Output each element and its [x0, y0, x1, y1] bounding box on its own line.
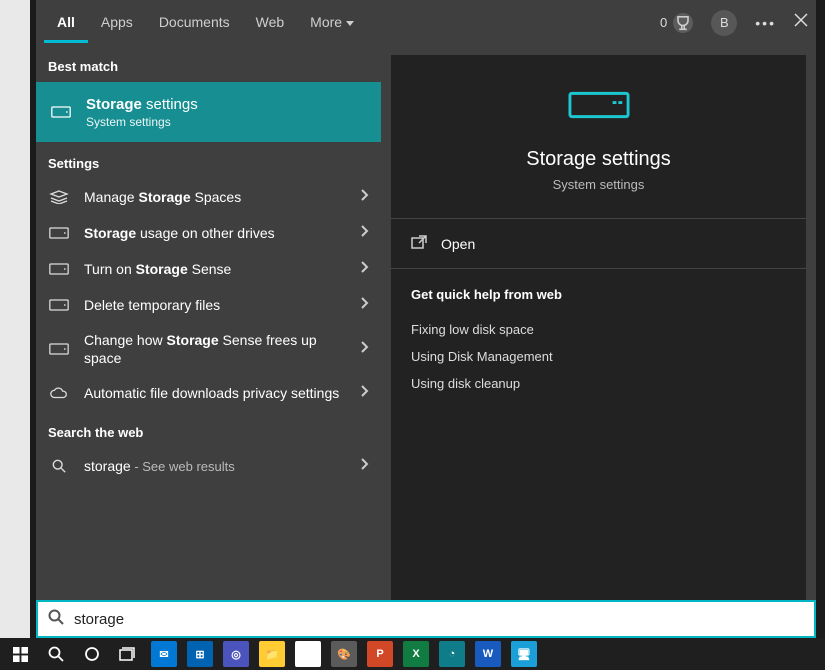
- preview-pane: Storage settings System settings Open Ge…: [381, 45, 816, 600]
- open-icon: [411, 235, 427, 252]
- settings-result-5[interactable]: Automatic file downloads privacy setting…: [36, 375, 381, 411]
- settings-result-text: Delete temporary files: [84, 296, 347, 314]
- taskbar-app-teams[interactable]: ◎: [220, 640, 252, 668]
- drive-icon: [48, 262, 70, 276]
- search-box[interactable]: [36, 600, 816, 638]
- taskbar-app-store[interactable]: ⊞: [184, 640, 216, 668]
- settings-result-2[interactable]: Turn on Storage Sense: [36, 251, 381, 287]
- tab-all[interactable]: All: [44, 2, 88, 43]
- taskbar-app-powerpoint[interactable]: P: [364, 640, 396, 668]
- search-input[interactable]: [74, 611, 804, 628]
- chevron-right-icon: [361, 384, 369, 402]
- settings-result-3[interactable]: Delete temporary files: [36, 287, 381, 323]
- tab-documents[interactable]: Documents: [146, 2, 243, 43]
- drive-icon: [50, 105, 72, 119]
- help-header: Get quick help from web: [411, 287, 786, 302]
- search-icon: [48, 609, 64, 630]
- web-result-text: storage - See web results: [84, 457, 347, 476]
- open-action[interactable]: Open: [391, 219, 806, 268]
- open-label: Open: [441, 236, 475, 252]
- cloud-icon: [48, 386, 70, 400]
- chevron-right-icon: [361, 296, 369, 314]
- settings-header: Settings: [36, 142, 381, 179]
- desktop-background: [0, 0, 30, 670]
- search-web-header: Search the web: [36, 411, 381, 448]
- preview-subtitle: System settings: [401, 177, 796, 192]
- close-button[interactable]: [794, 13, 808, 32]
- taskbar-app-this-pc[interactable]: 🖥: [508, 640, 540, 668]
- preview-card: Storage settings System settings Open Ge…: [391, 55, 806, 600]
- search-content: Best match Storage settings System setti…: [36, 45, 816, 600]
- settings-result-text: Change how Storage Sense frees up space: [84, 331, 347, 367]
- tab-apps[interactable]: Apps: [88, 2, 146, 43]
- windows-search-panel: All Apps Documents Web More 0 B ••• Best…: [36, 0, 816, 638]
- web-result[interactable]: storage - See web results: [36, 448, 381, 484]
- settings-result-1[interactable]: Storage usage on other drives: [36, 215, 381, 251]
- taskbar-app-mail[interactable]: ✉: [148, 640, 180, 668]
- tab-more[interactable]: More: [297, 2, 367, 43]
- trophy-icon: [673, 13, 693, 33]
- settings-result-text: Automatic file downloads privacy setting…: [84, 384, 347, 402]
- chevron-right-icon: [361, 224, 369, 242]
- help-link-0[interactable]: Fixing low disk space: [411, 316, 786, 343]
- drive-icon: [401, 91, 796, 124]
- help-link-2[interactable]: Using disk cleanup: [411, 370, 786, 397]
- settings-result-4[interactable]: Change how Storage Sense frees up space: [36, 323, 381, 375]
- header-actions: 0 B •••: [660, 0, 808, 45]
- chevron-down-icon: [346, 21, 354, 26]
- taskbar-app-word[interactable]: W: [472, 640, 504, 668]
- best-match-header: Best match: [36, 45, 381, 82]
- more-options-button[interactable]: •••: [755, 15, 776, 31]
- results-list: Best match Storage settings System setti…: [36, 45, 381, 600]
- settings-result-text: Storage usage on other drives: [84, 224, 347, 242]
- best-match-title: Storage settings: [86, 96, 198, 113]
- drive-icon: [48, 298, 70, 312]
- taskbar-search-button[interactable]: [40, 640, 72, 668]
- preview-title: Storage settings: [401, 148, 796, 171]
- taskbar-app-edge[interactable]: ◔: [436, 640, 468, 668]
- help-link-1[interactable]: Using Disk Management: [411, 343, 786, 370]
- settings-result-text: Turn on Storage Sense: [84, 260, 347, 278]
- taskbar: ✉⊞◎📁◉🎨PX◔W🖥: [0, 638, 825, 670]
- taskbar-app-file-explorer[interactable]: 📁: [256, 640, 288, 668]
- tab-web[interactable]: Web: [243, 2, 298, 43]
- search-tabs: All Apps Documents Web More: [44, 2, 367, 43]
- start-button[interactable]: [4, 640, 36, 668]
- rewards-indicator[interactable]: 0: [660, 13, 693, 33]
- cortana-button[interactable]: [76, 640, 108, 668]
- layers-icon: [48, 190, 70, 204]
- taskbar-app-paint[interactable]: 🎨: [328, 640, 360, 668]
- best-match-subtitle: System settings: [86, 115, 198, 129]
- settings-result-0[interactable]: Manage Storage Spaces: [36, 179, 381, 215]
- user-avatar[interactable]: B: [711, 10, 737, 36]
- search-header: All Apps Documents Web More 0 B •••: [36, 0, 816, 45]
- taskbar-app-excel[interactable]: X: [400, 640, 432, 668]
- taskbar-app-chrome[interactable]: ◉: [292, 640, 324, 668]
- drive-icon: [48, 342, 70, 356]
- chevron-right-icon: [361, 457, 369, 475]
- best-match-result[interactable]: Storage settings System settings: [36, 82, 381, 142]
- chevron-right-icon: [361, 260, 369, 278]
- rewards-count: 0: [660, 15, 667, 30]
- chevron-right-icon: [361, 188, 369, 206]
- chevron-right-icon: [361, 340, 369, 358]
- search-icon: [48, 459, 70, 473]
- settings-result-text: Manage Storage Spaces: [84, 188, 347, 206]
- task-view-button[interactable]: [112, 640, 144, 668]
- drive-icon: [48, 226, 70, 240]
